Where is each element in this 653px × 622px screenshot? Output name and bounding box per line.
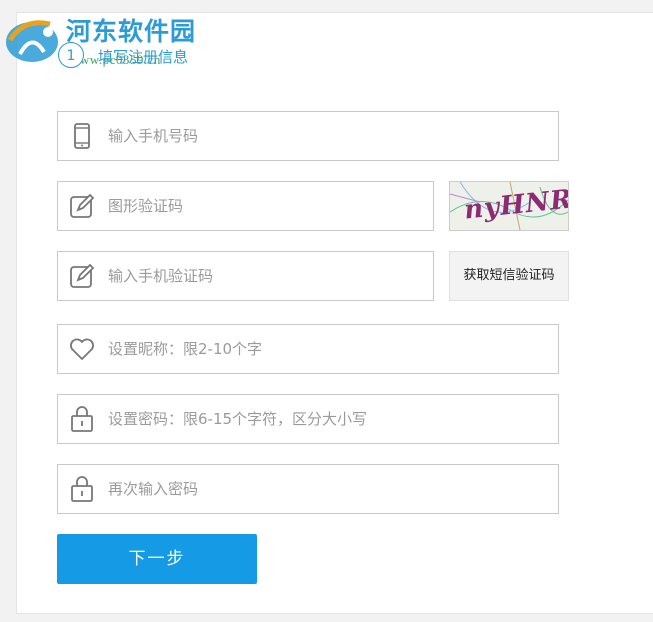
lock-icon [71, 406, 93, 432]
next-step-button[interactable]: 下一步 [57, 534, 257, 584]
nickname-placeholder: 设置昵称：限2-10个字 [108, 340, 263, 358]
sms-code-placeholder: 输入手机验证码 [108, 267, 214, 285]
register-panel [16, 12, 653, 614]
watermark-logo-icon [6, 20, 58, 62]
phone-icon [74, 123, 90, 149]
lock-icon [71, 476, 93, 502]
phone-placeholder: 输入手机号码 [108, 127, 199, 145]
password-placeholder: 设置密码：限6-15个字符，区分大小写 [108, 410, 368, 428]
watermark-title: 河东软件园 [66, 17, 197, 46]
nickname-field[interactable]: 设置昵称：限2-10个字 [57, 324, 559, 374]
sms-code-field[interactable]: 输入手机验证码 [57, 251, 434, 301]
captcha-field[interactable]: 图形验证码 [57, 181, 434, 231]
password-field[interactable]: 设置密码：限6-15个字符，区分大小写 [57, 394, 559, 444]
phone-field[interactable]: 输入手机号码 [57, 111, 559, 161]
edit-icon [70, 193, 95, 218]
heart-icon [70, 338, 94, 360]
confirm-password-placeholder: 再次输入密码 [108, 480, 199, 498]
edit-icon [70, 263, 95, 288]
step-label: 填写注册信息 [98, 48, 189, 66]
step-number: 1 [58, 42, 84, 68]
captcha-image[interactable]: nyHNR [449, 181, 569, 231]
captcha-placeholder: 图形验证码 [108, 197, 184, 215]
confirm-password-field[interactable]: 再次输入密码 [57, 464, 559, 514]
get-sms-code-button[interactable]: 获取短信验证码 [449, 251, 569, 301]
